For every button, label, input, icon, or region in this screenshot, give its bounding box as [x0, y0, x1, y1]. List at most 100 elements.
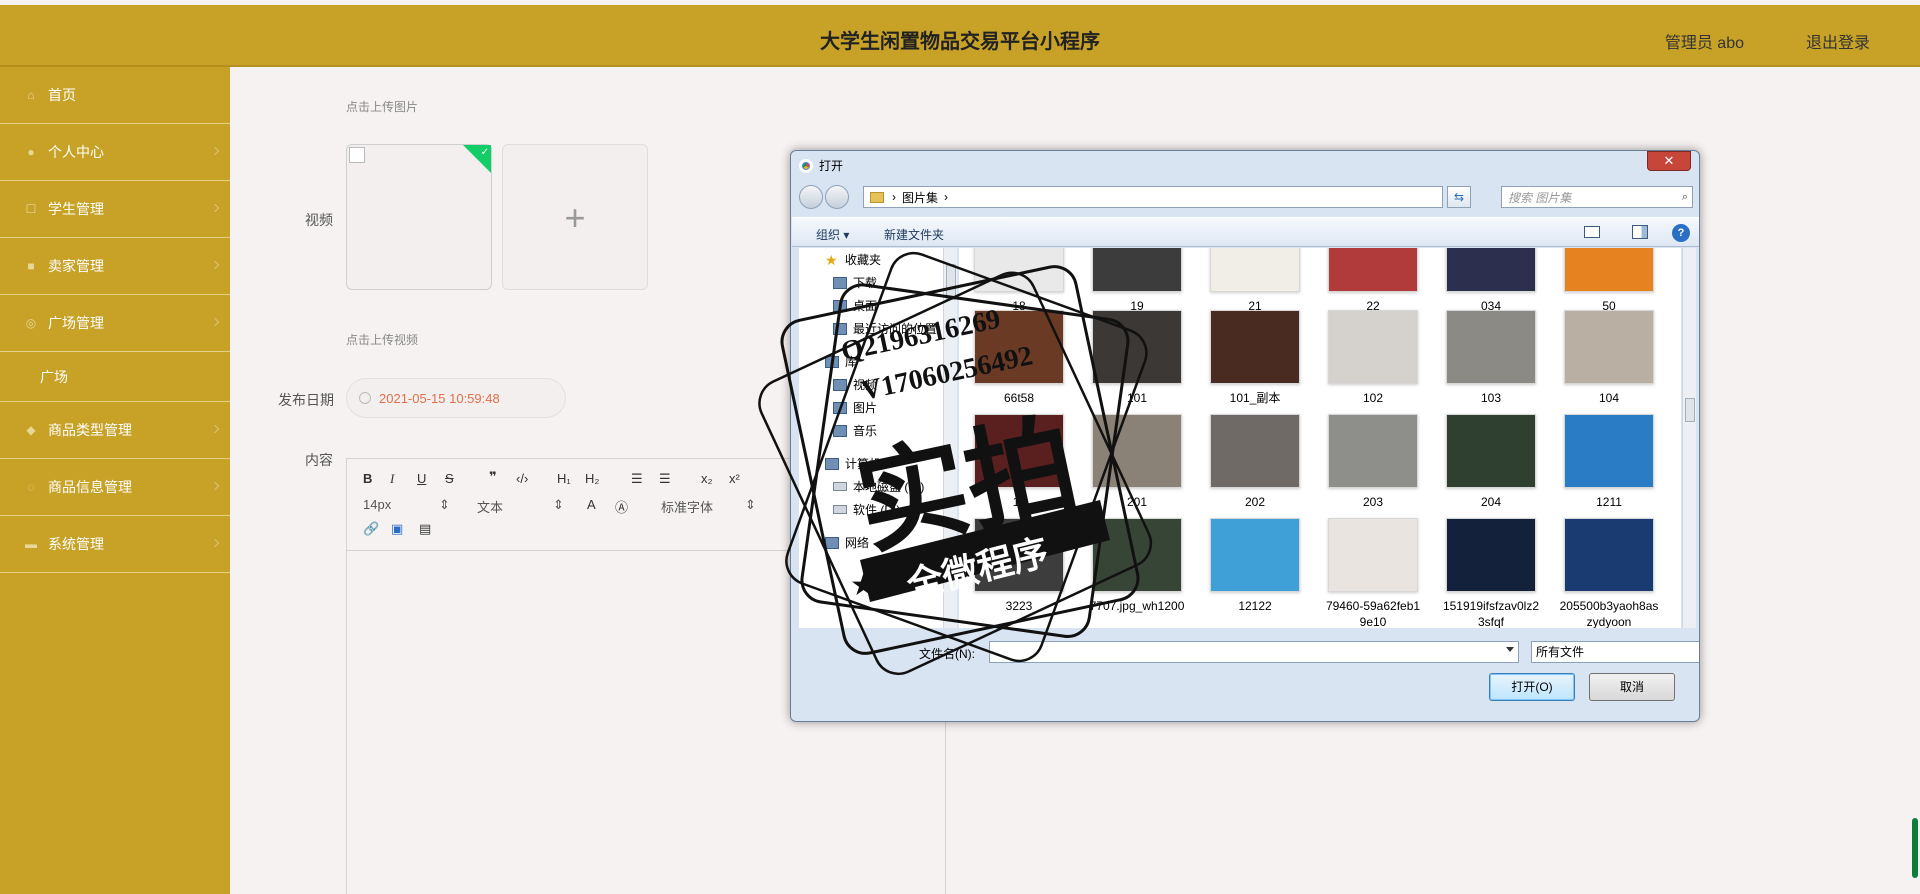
- nav-drive-d[interactable]: 软件 (D:): [799, 498, 947, 521]
- sidebar-item-home[interactable]: ⌂ 首页: [0, 67, 230, 124]
- file-item[interactable]: 22: [1323, 248, 1423, 314]
- sidebar-item-sellers[interactable]: ■ 卖家管理: [0, 238, 230, 295]
- sidebar-item-students[interactable]: ☐ 学生管理: [0, 181, 230, 238]
- preview-pane-icon[interactable]: [1632, 225, 1648, 239]
- scroll-thumb[interactable]: [946, 264, 956, 300]
- nav-computer[interactable]: 计算机: [799, 452, 947, 475]
- code-button[interactable]: ‹/›: [516, 471, 528, 486]
- scroll-thumb[interactable]: [1912, 818, 1918, 878]
- link-icon[interactable]: 🔗: [363, 521, 379, 537]
- file-item[interactable]: 18: [969, 248, 1069, 314]
- content-label: 内容: [305, 452, 333, 468]
- italic-button[interactable]: I: [390, 471, 394, 487]
- font-color-icon[interactable]: A: [587, 497, 596, 512]
- video-thumbnail[interactable]: ✓: [346, 144, 492, 290]
- back-button[interactable]: [799, 185, 823, 209]
- file-item[interactable]: 12122: [1205, 518, 1305, 614]
- page-scrollbar[interactable]: [1910, 0, 1920, 894]
- nav-music[interactable]: 音乐: [799, 419, 947, 442]
- filename-input[interactable]: [989, 641, 1519, 663]
- sidebar-item-product-info[interactable]: ◌ 商品信息管理: [0, 459, 230, 516]
- nav-videos[interactable]: 视频: [799, 373, 947, 396]
- nav-pictures[interactable]: 图片: [799, 396, 947, 419]
- new-folder-button[interactable]: 新建文件夹: [884, 226, 944, 243]
- font-size-select[interactable]: 14px: [363, 497, 391, 512]
- view-options-icon[interactable]: [1584, 226, 1600, 238]
- file-item[interactable]: 50: [1559, 248, 1659, 314]
- video-label: 视频: [305, 212, 333, 228]
- scroll-thumb[interactable]: [1685, 398, 1695, 422]
- file-name: 202: [1244, 495, 1266, 509]
- close-button[interactable]: ✕: [1647, 151, 1691, 171]
- file-item[interactable]: 101: [1087, 310, 1187, 406]
- file-item[interactable]: 1211: [1559, 414, 1659, 510]
- strike-button[interactable]: S: [445, 471, 454, 486]
- file-item[interactable]: 79460-59a62feb19e10: [1323, 518, 1423, 628]
- nav-network[interactable]: 网络: [799, 531, 947, 554]
- file-thumbnail: [1564, 518, 1654, 592]
- bullet-list-icon[interactable]: ☰: [659, 471, 671, 487]
- subscript-button[interactable]: x₂: [701, 471, 713, 486]
- address-bar[interactable]: › 图片集 ›: [863, 186, 1443, 208]
- file-item[interactable]: 201: [1087, 414, 1187, 510]
- file-item[interactable]: 101_副本: [1205, 310, 1305, 406]
- file-item[interactable]: 66t58: [969, 310, 1069, 406]
- date-input[interactable]: 2021-05-15 10:59:48: [346, 378, 566, 418]
- file-item[interactable]: 034: [1441, 248, 1541, 314]
- format-select[interactable]: 文本: [477, 497, 503, 516]
- nav-libraries[interactable]: 库: [799, 350, 947, 373]
- file-item[interactable]: 3223: [969, 518, 1069, 614]
- file-item[interactable]: 103: [1441, 310, 1541, 406]
- file-item[interactable]: 21: [1205, 248, 1305, 314]
- file-item[interactable]: 19: [1087, 248, 1187, 314]
- file-scrollbar[interactable]: [1682, 248, 1696, 628]
- computer-icon: [825, 457, 839, 470]
- sidebar-item-system[interactable]: ▬ 系统管理: [0, 516, 230, 573]
- refresh-button[interactable]: ⇆: [1447, 186, 1471, 208]
- superscript-button[interactable]: x²: [729, 471, 740, 486]
- file-item[interactable]: 204: [1441, 414, 1541, 510]
- nav-scrollbar[interactable]: [943, 248, 957, 628]
- sidebar-item-profile[interactable]: ● 个人中心: [0, 124, 230, 181]
- video-icon[interactable]: ▤: [419, 521, 431, 537]
- ordered-list-icon[interactable]: ☰: [631, 471, 643, 487]
- h2-button[interactable]: H₂: [585, 471, 599, 486]
- font-family-select[interactable]: 标准字体: [661, 497, 713, 516]
- nav-downloads[interactable]: 下载: [799, 271, 947, 294]
- bold-button[interactable]: B: [363, 471, 372, 486]
- user-icon: ●: [27, 145, 35, 159]
- help-icon[interactable]: ?: [1672, 224, 1690, 242]
- underline-button[interactable]: U: [417, 471, 426, 486]
- search-input[interactable]: 搜索 图片集 ⌕: [1501, 186, 1693, 208]
- sidebar-item-product-types[interactable]: ◆ 商品类型管理: [0, 402, 230, 459]
- video-upload-button[interactable]: +: [502, 144, 648, 290]
- file-name: 79460-59a62feb19e10: [1325, 599, 1421, 628]
- open-button[interactable]: 打开(O): [1489, 673, 1575, 701]
- file-item[interactable]: 202: [1205, 414, 1305, 510]
- sidebar-item-label: 广场: [40, 368, 68, 385]
- admin-user-label[interactable]: 管理员 abo: [1665, 29, 1744, 53]
- quote-button[interactable]: ❞: [489, 469, 497, 485]
- background-color-icon[interactable]: Ⓐ: [615, 497, 628, 516]
- file-item[interactable]: 205500b3yaoh8aszydyoon: [1559, 518, 1659, 628]
- cancel-button[interactable]: 取消: [1589, 673, 1675, 701]
- logout-link[interactable]: 退出登录: [1806, 29, 1870, 53]
- file-item[interactable]: 104: [1559, 310, 1659, 406]
- nav-favorites[interactable]: ★ 收藏夹: [799, 248, 947, 271]
- file-item[interactable]: 151919ifsfzav0lz23sfqf: [1441, 518, 1541, 628]
- sidebar-item-square-management[interactable]: ◎ 广场管理: [0, 295, 230, 352]
- uploaded-check-icon: ✓: [463, 145, 491, 173]
- file-item[interactable]: 11: [969, 414, 1069, 510]
- nav-recent[interactable]: 最近访问的位置: [799, 317, 947, 340]
- nav-drive-c[interactable]: 本地磁盘 (C:): [799, 475, 947, 498]
- file-item[interactable]: 7707.jpg_wh1200: [1087, 518, 1187, 614]
- file-item[interactable]: 203: [1323, 414, 1423, 510]
- nav-desktop[interactable]: 桌面: [799, 294, 947, 317]
- organize-button[interactable]: 组织 ▾: [816, 226, 849, 243]
- filetype-select[interactable]: 所有文件: [1531, 641, 1699, 663]
- forward-button[interactable]: [825, 185, 849, 209]
- image-icon[interactable]: ▣: [391, 521, 403, 537]
- h1-button[interactable]: H₁: [557, 471, 571, 486]
- file-item[interactable]: 102: [1323, 310, 1423, 406]
- sidebar-subitem-square[interactable]: 广场: [0, 352, 230, 402]
